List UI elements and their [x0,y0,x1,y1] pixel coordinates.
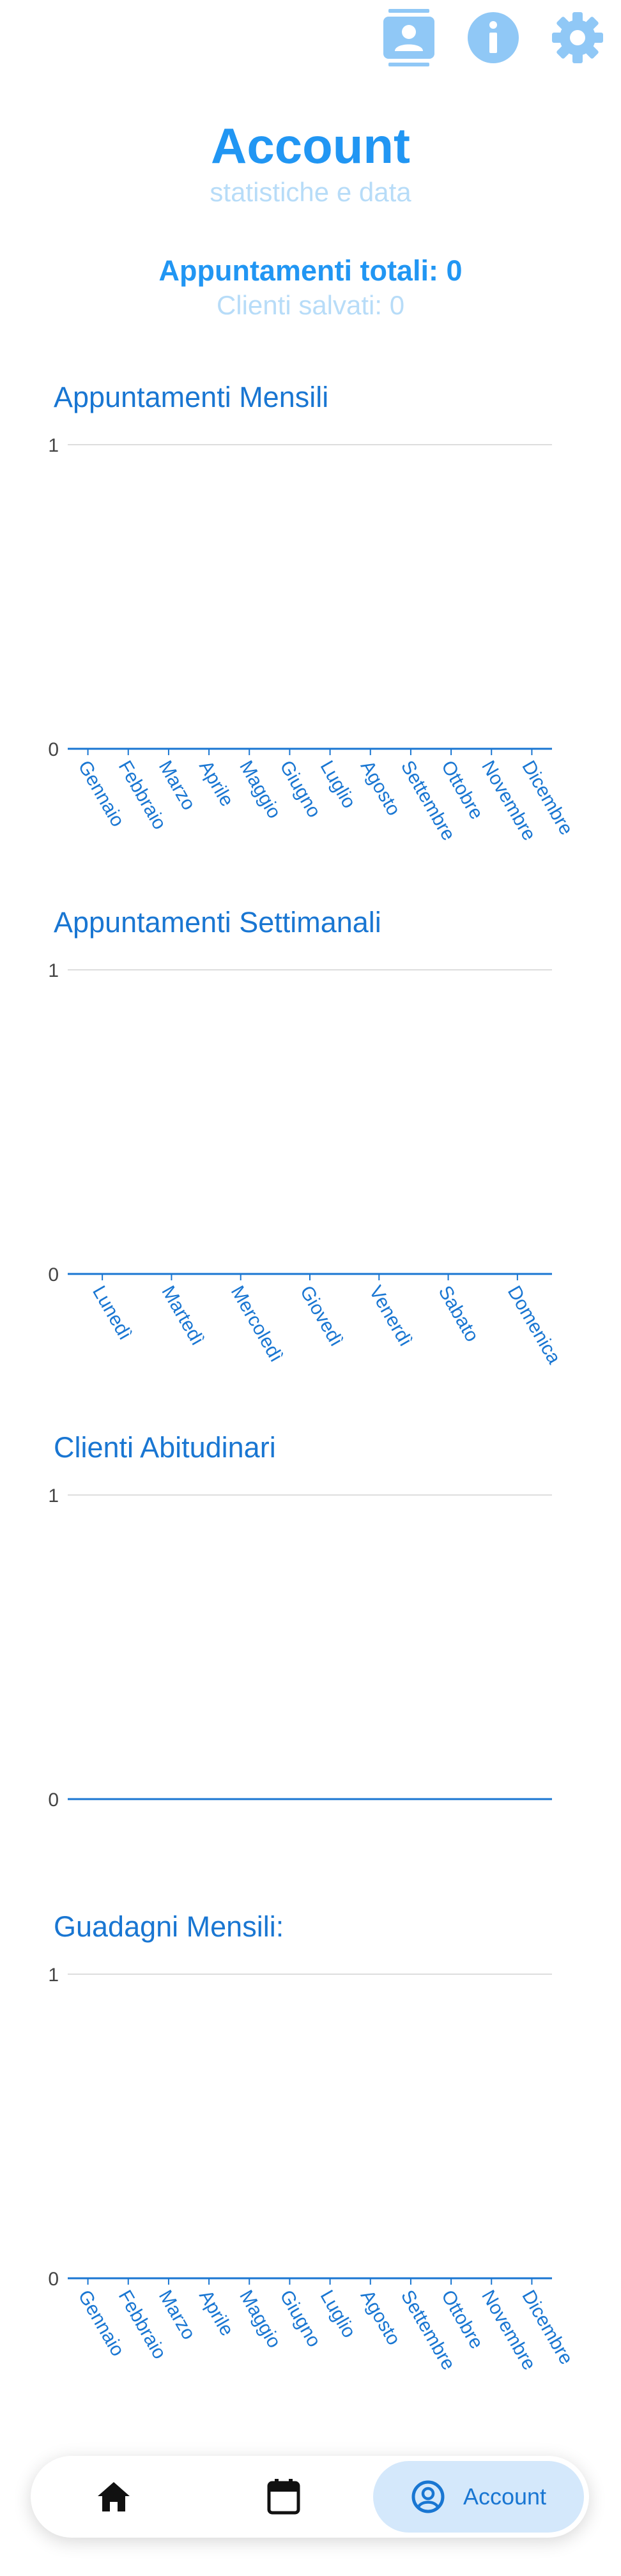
weekly-appointments-title: Appuntamenti Settimanali [54,906,381,939]
y-tick-label: 0 [48,739,59,760]
settings-icon [552,12,603,63]
nav-home[interactable] [56,2456,171,2538]
y-tick-label: 0 [48,1790,59,1811]
top-action-bar [0,0,621,77]
bottom-navigation: Account [31,2456,589,2538]
y-tick-label: 0 [48,1264,59,1285]
settings-button[interactable] [551,9,604,66]
weekly-appointments-chart: 0 1 Lunedì Martedì Mercoledì Giovedì Venerdì Sa… [48,960,565,1368]
monthly-earnings-title: Guadagni Mensili: [54,1910,284,1943]
x-tick-label: Mercoledì [227,1282,287,1366]
nav-account-label: Account [463,2483,547,2510]
x-tick-label: Luglio [316,757,360,812]
x-tick-label: Marzo [155,757,199,814]
x-tick-label: Agosto [356,757,404,819]
monthly-appointments-chart: 01GennaioFebbraioMarzoAprileMaggioGiugno… [48,435,577,844]
x-tick-label: Martedì [157,1282,208,1349]
monthly-earnings-section: Guadagni Mensili: 0 1 Gennaio Febbraio Marzo… [0,1910,621,2396]
y-tick-label: 1 [48,1965,59,1986]
monthly-appointments-section: Appuntamenti Mensili 0 1 Gennaio Febbraio Ma… [0,381,621,866]
contacts-icon [383,9,434,66]
x-tick-label: Luglio [316,2287,360,2342]
x-tick-label: Marzo [155,2287,199,2343]
x-tick-label: Sabato [434,1282,483,1346]
total-appointments-stat: Appuntamenti totali: 0 [158,254,463,287]
monthly-earnings-chart: 01GennaioFebbraioMarzoAprileMaggioGiugno… [48,1965,577,2373]
x-tick-label: Agosto [356,2287,404,2349]
info-icon [468,12,519,63]
regular-clients-title: Clienti Abitudinari [54,1431,276,1464]
page-subtitle: statistiche e data [210,177,411,207]
info-button[interactable] [466,9,520,66]
monthly-appointments-title: Appuntamenti Mensili [54,381,329,413]
x-tick-label: Domenica [503,1282,565,1368]
x-tick-label: Aprile [195,2287,238,2340]
x-tick-label: Giovedì [296,1282,347,1350]
account-circle-icon [411,2480,445,2513]
y-tick-label: 1 [48,960,59,981]
x-tick-label: Aprile [195,757,238,810]
home-icon [98,2482,130,2511]
saved-clients-stat: Clienti salvati: 0 [216,290,405,320]
nav-account[interactable]: Account [373,2461,584,2533]
calendar-icon [267,2479,300,2515]
weekly-appointments-section: Appuntamenti Settimanali 0 1 Lunedì Martedì… [0,906,621,1392]
account-stats: Appuntamenti totali: 0 Clienti salvati: … [0,253,621,322]
regular-clients-section: Clienti Abitudinari 01 [0,1431,621,1878]
regular-clients-chart: 01 [48,1485,552,1811]
page-title: Account [211,118,410,174]
page-header: Account statistiche e data [0,115,621,208]
y-tick-label: 1 [48,435,59,456]
contacts-button[interactable] [382,9,436,66]
x-tick-label: Lunedì [88,1282,135,1344]
x-tick-label: Venerdì [365,1282,416,1350]
nav-calendar[interactable] [226,2456,341,2538]
y-tick-label: 1 [48,1485,59,1506]
y-tick-label: 0 [48,2269,59,2290]
